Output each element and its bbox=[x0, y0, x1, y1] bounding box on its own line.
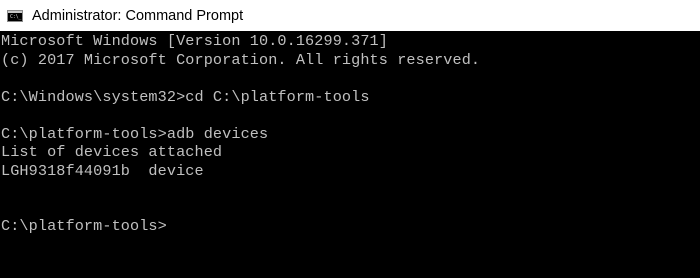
console-line: Microsoft Windows [Version 10.0.16299.37… bbox=[1, 32, 388, 50]
console-line: C:\Windows\system32>cd C:\platform-tools bbox=[1, 87, 370, 106]
console-line: (c) 2017 Microsoft Corporation. All righ… bbox=[1, 50, 481, 69]
console-output[interactable]: Microsoft Windows [Version 10.0.16299.37… bbox=[0, 31, 700, 278]
icon-top-bar bbox=[8, 10, 22, 13]
command-prompt-window: C:\_ Administrator: Command Prompt Micro… bbox=[0, 0, 700, 278]
icon-caption: C:\_ bbox=[10, 13, 22, 20]
console-line: C:\platform-tools>adb devices bbox=[1, 124, 269, 143]
console-line: LGH9318f44091b device bbox=[1, 161, 204, 180]
console-line: List of devices attached bbox=[1, 143, 223, 161]
title-bar[interactable]: C:\_ Administrator: Command Prompt bbox=[0, 0, 700, 31]
command-prompt-line[interactable]: C:\platform-tools> bbox=[1, 217, 700, 236]
command-prompt-icon[interactable]: C:\_ bbox=[7, 9, 23, 22]
window-title: Administrator: Command Prompt bbox=[32, 7, 244, 24]
